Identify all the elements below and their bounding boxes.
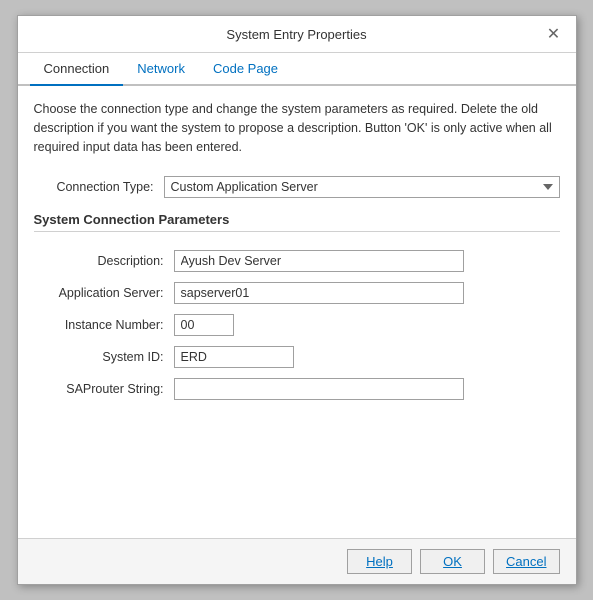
system-id-input[interactable] [174,346,294,368]
instance-number-input[interactable] [174,314,234,336]
tab-network[interactable]: Network [123,53,199,86]
ok-button[interactable]: OK [420,549,485,574]
params-grid: Description: Application Server: Instanc… [34,250,560,400]
param-row-system-id: System ID: [34,346,560,368]
cancel-button[interactable]: Cancel [493,549,559,574]
title-bar: System Entry Properties ✕ [18,16,576,53]
tab-bar: Connection Network Code Page [18,53,576,86]
close-button[interactable]: ✕ [544,24,564,44]
app-server-input[interactable] [174,282,464,304]
description-input[interactable] [174,250,464,272]
connection-type-row: Connection Type: Custom Application Serv… [34,176,560,198]
param-row-instance-number: Instance Number: [34,314,560,336]
tab-codepage[interactable]: Code Page [199,53,292,86]
connection-type-label: Connection Type: [34,180,154,194]
tab-connection[interactable]: Connection [30,53,124,86]
saprouter-input[interactable] [174,378,464,400]
dialog-title: System Entry Properties [50,27,544,42]
param-row-description: Description: [34,250,560,272]
help-button[interactable]: Help [347,549,412,574]
connection-type-select[interactable]: Custom Application Server [164,176,560,198]
param-label-description: Description: [34,254,164,268]
param-label-system-id: System ID: [34,350,164,364]
param-label-instance-number: Instance Number: [34,318,164,332]
description-text: Choose the connection type and change th… [34,100,560,156]
content-area: Choose the connection type and change th… [18,86,576,538]
param-label-saprouter: SAProuter String: [34,382,164,396]
param-label-app-server: Application Server: [34,286,164,300]
param-row-app-server: Application Server: [34,282,560,304]
footer: Help OK Cancel [18,538,576,584]
section-title: System Connection Parameters [34,212,560,232]
dialog: System Entry Properties ✕ Connection Net… [17,15,577,585]
param-row-saprouter: SAProuter String: [34,378,560,400]
